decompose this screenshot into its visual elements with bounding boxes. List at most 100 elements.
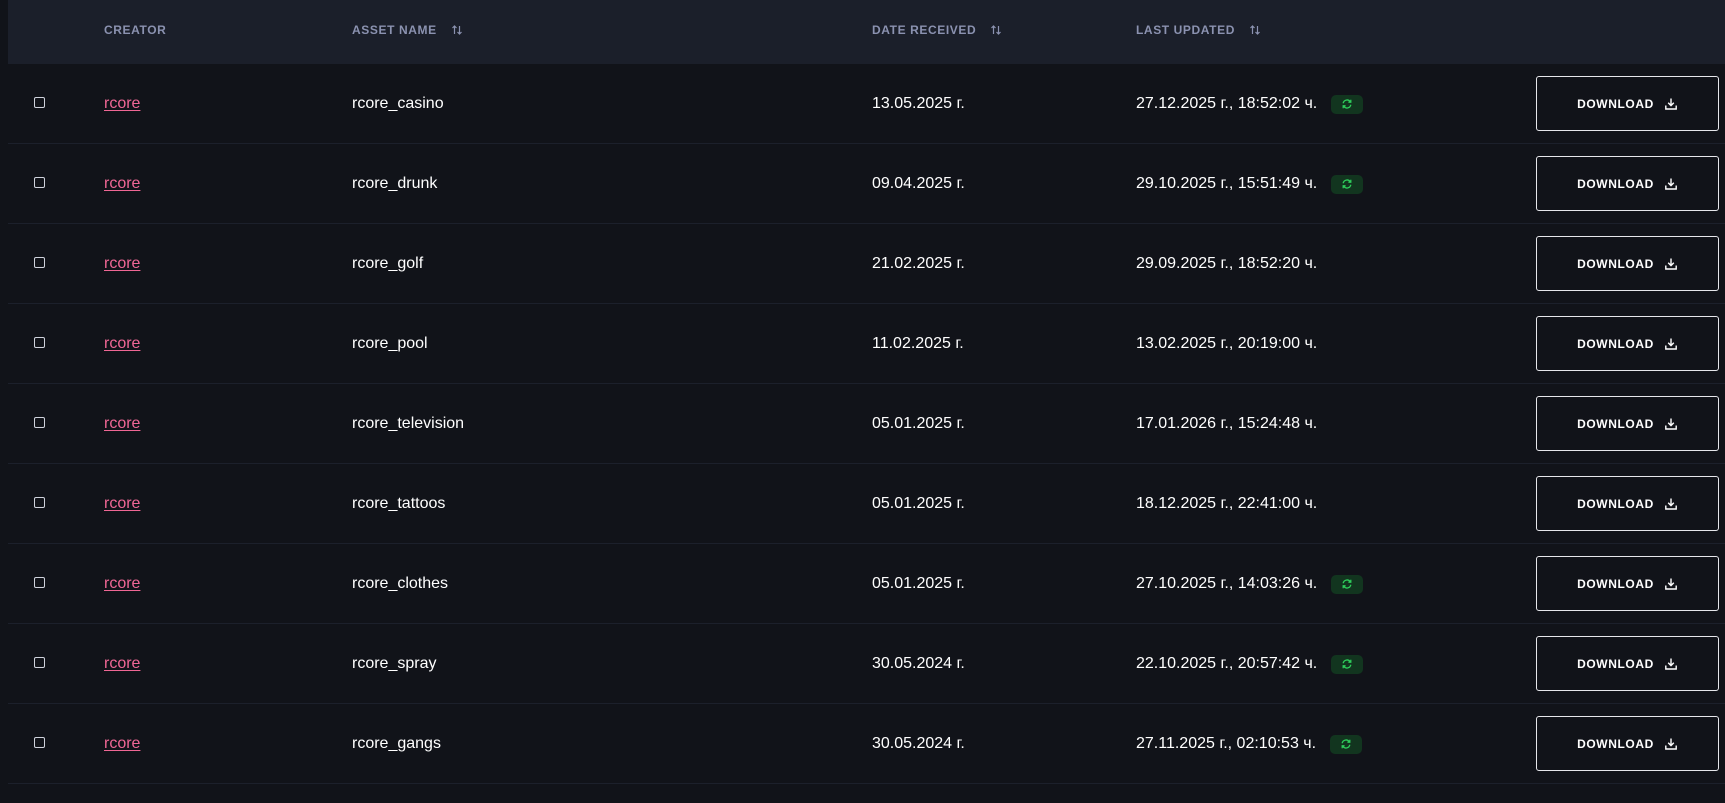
creator-cell: rcore [104,64,140,144]
last-updated-cell: 17.01.2026 г., 15:24:48 ч. [1136,384,1317,464]
last-updated: 17.01.2026 г., 15:24:48 ч. [1136,415,1318,432]
row-checkbox[interactable] [34,417,45,428]
sync-badge [1331,654,1364,674]
last-updated: 29.10.2025 г., 15:51:49 ч. [1136,175,1318,192]
creator-cell: rcore [104,224,140,304]
date-received: 05.01.2025 г. [872,495,965,512]
last-updated: 27.12.2025 г., 18:52:02 ч. [1136,95,1318,112]
download-button[interactable]: DOWNLOAD [1536,716,1719,771]
download-button[interactable]: DOWNLOAD [1536,476,1719,531]
refresh-icon [1342,99,1352,109]
download-label: DOWNLOAD [1577,256,1654,271]
date-received: 21.02.2025 г. [872,255,965,272]
row-checkbox[interactable] [34,257,45,268]
download-label: DOWNLOAD [1577,416,1654,431]
download-icon [1664,578,1677,590]
creator-cell: rcore [104,544,140,624]
download-button[interactable]: DOWNLOAD [1536,156,1719,211]
download-label: DOWNLOAD [1577,176,1654,191]
last-updated-cell: 13.02.2025 г., 20:19:00 ч. [1136,304,1317,384]
table-row: rcore rcore_casino 13.05.2025 г. 27.12.2… [8,64,1725,144]
download-button[interactable]: DOWNLOAD [1536,76,1719,131]
creator-link[interactable]: rcore [104,575,140,593]
date-received: 05.01.2025 г. [872,575,965,592]
download-button[interactable]: DOWNLOAD [1536,396,1719,451]
table-row: rcore rcore_television 05.01.2025 г. 17.… [8,384,1725,464]
column-header-label: LAST UPDATED [1136,23,1235,37]
download-icon [1664,498,1677,510]
refresh-icon [1342,659,1352,669]
creator-link[interactable]: rcore [104,255,140,273]
column-header-label: DATE RECEIVED [872,23,977,37]
row-checkbox[interactable] [34,97,45,108]
download-label: DOWNLOAD [1577,496,1654,511]
creator-cell: rcore [104,304,140,384]
date-received: 13.05.2025 г. [872,95,965,112]
column-header-last-updated[interactable]: LAST UPDATED [1136,0,1261,60]
last-updated-cell: 18.12.2025 г., 22:41:00 ч. [1136,464,1317,544]
date-received: 30.05.2024 г. [872,655,965,672]
creator-link[interactable]: rcore [104,335,140,353]
asset-name: rcore_gangs [352,735,441,752]
table-row: rcore rcore_drunk 09.04.2025 г. 29.10.20… [8,144,1725,224]
asset-name: rcore_pool [352,335,428,352]
row-checkbox[interactable] [34,737,45,748]
row-checkbox[interactable] [34,177,45,188]
download-icon [1664,738,1677,750]
refresh-icon [1342,179,1352,189]
creator-cell: rcore [104,144,140,224]
sort-arrows-icon[interactable] [1249,24,1261,36]
creator-cell: rcore [104,704,140,784]
download-button[interactable]: DOWNLOAD [1536,316,1719,371]
table-header: CREATOR ASSET NAME DATE RECEIVED LAST UP… [8,0,1725,64]
assets-table: CREATOR ASSET NAME DATE RECEIVED LAST UP… [8,0,1725,784]
refresh-icon [1342,579,1352,589]
creator-link[interactable]: rcore [104,415,140,433]
last-updated-cell: 27.12.2025 г., 18:52:02 ч. [1136,64,1364,144]
table-row: rcore rcore_tattoos 05.01.2025 г. 18.12.… [8,464,1725,544]
download-label: DOWNLOAD [1577,656,1654,671]
creator-link[interactable]: rcore [104,495,140,513]
last-updated-cell: 27.10.2025 г., 14:03:26 ч. [1136,544,1364,624]
table-row: rcore rcore_clothes 05.01.2025 г. 27.10.… [8,544,1725,624]
row-checkbox[interactable] [34,657,45,668]
last-updated: 29.09.2025 г., 18:52:20 ч. [1136,255,1318,272]
refresh-icon [1341,739,1351,749]
creator-link[interactable]: rcore [104,655,140,673]
download-icon [1664,98,1677,110]
download-label: DOWNLOAD [1577,736,1654,751]
date-received: 11.02.2025 г. [872,335,964,352]
column-header-date-received[interactable]: DATE RECEIVED [872,0,1002,60]
creator-cell: rcore [104,384,140,464]
creator-link[interactable]: rcore [104,175,140,193]
download-button[interactable]: DOWNLOAD [1536,636,1719,691]
creator-link[interactable]: rcore [104,95,140,113]
column-header-label: CREATOR [104,23,167,37]
download-label: DOWNLOAD [1577,336,1654,351]
download-icon [1664,658,1677,670]
column-header-creator: CREATOR [104,0,166,60]
row-checkbox[interactable] [34,497,45,508]
asset-name: rcore_golf [352,255,424,272]
creator-link[interactable]: rcore [104,735,140,753]
sort-arrows-icon[interactable] [990,24,1002,36]
column-header-asset-name[interactable]: ASSET NAME [352,0,463,60]
last-updated-cell: 29.10.2025 г., 15:51:49 ч. [1136,144,1364,224]
row-checkbox[interactable] [34,337,45,348]
sort-arrows-icon[interactable] [451,24,463,36]
last-updated-cell: 27.11.2025 г., 02:10:53 ч. [1136,704,1363,784]
asset-name: rcore_spray [352,655,437,672]
last-updated-cell: 22.10.2025 г., 20:57:42 ч. [1136,624,1364,704]
download-label: DOWNLOAD [1577,576,1654,591]
download-icon [1664,418,1677,430]
sync-badge [1331,174,1364,194]
sync-badge [1330,734,1363,754]
creator-cell: rcore [104,624,140,704]
download-icon [1664,178,1677,190]
last-updated: 18.12.2025 г., 22:41:00 ч. [1136,495,1318,512]
row-checkbox[interactable] [34,577,45,588]
table-row: rcore rcore_golf 21.02.2025 г. 29.09.202… [8,224,1725,304]
download-button[interactable]: DOWNLOAD [1536,556,1719,611]
download-button[interactable]: DOWNLOAD [1536,236,1719,291]
last-updated: 27.11.2025 г., 02:10:53 ч. [1136,735,1317,752]
